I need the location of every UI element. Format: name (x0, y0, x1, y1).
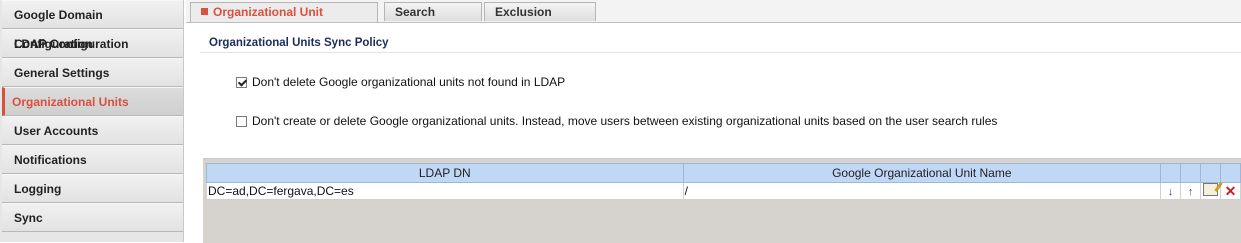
sidebar-item-notifications[interactable]: Notifications (2, 145, 183, 174)
tab-content: Organizational Units Sync Policy Don't d… (186, 23, 1241, 243)
checkbox-move-users-only[interactable] (236, 116, 247, 127)
ou-mapping-table-area: LDAP DN Google Organizational Unit Name … (203, 158, 1241, 243)
cell-google-ou-name[interactable]: / (682, 182, 1162, 200)
tab-bar: Organizational Unit Attributes Search Ru… (186, 0, 1241, 38)
edit-cell[interactable] (1199, 182, 1221, 200)
delete-icon[interactable]: ✕ (1225, 184, 1237, 198)
delete-cell[interactable]: ✕ (1219, 182, 1241, 200)
sidebar-item-google-domain-configuration[interactable]: Google Domain Configuration (2, 0, 183, 51)
section-title: Organizational Units Sync Policy (209, 37, 389, 49)
sidebar-item-general-settings[interactable]: General Settings (2, 58, 183, 87)
checkbox-label: Don't create or delete Google organizati… (252, 114, 998, 128)
table-header-row: LDAP DN Google Organizational Unit Name (206, 163, 1241, 183)
tab-exclusion-rules[interactable]: Exclusion Rules (484, 2, 596, 38)
move-down-cell[interactable]: ↓ (1160, 182, 1181, 200)
table-row[interactable]: DC=ad,DC=fergava,DC=es / ↓ ↑ ✕ (206, 182, 1241, 200)
sync-policy-group: Organizational Units Sync Policy Don't d… (200, 33, 1241, 153)
column-header-action (1219, 163, 1241, 183)
cell-ldap-dn[interactable]: DC=ad,DC=fergava,DC=es (206, 182, 684, 200)
arrow-up-icon[interactable]: ↑ (1188, 186, 1194, 198)
checkbox-label: Don't delete Google organizational units… (252, 75, 566, 89)
sidebar: Google Domain Configuration LDAP Configu… (0, 0, 184, 242)
move-up-cell[interactable]: ↑ (1180, 182, 1201, 200)
arrow-down-icon[interactable]: ↓ (1168, 186, 1174, 198)
sidebar-item-user-accounts[interactable]: User Accounts (2, 116, 183, 145)
sidebar-item-ldap-configuration[interactable]: LDAP Configuration (2, 29, 183, 58)
column-header-google-ou-name[interactable]: Google Organizational Unit Name (682, 163, 1162, 183)
tab-organizational-unit-attributes[interactable]: Organizational Unit Attributes (190, 2, 378, 38)
option-dont-delete-ous[interactable]: Don't delete Google organizational units… (236, 75, 565, 89)
tab-search-rules[interactable]: Search Rules (384, 2, 482, 38)
sidebar-item-organizational-units[interactable]: Organizational Units (2, 87, 183, 116)
divider (200, 52, 1241, 53)
column-header-action (1180, 163, 1201, 183)
option-move-users-only[interactable]: Don't create or delete Google organizati… (236, 114, 997, 128)
checkbox-dont-delete-ous[interactable] (236, 77, 247, 88)
column-header-ldap-dn[interactable]: LDAP DN (206, 163, 684, 183)
column-header-action (1199, 163, 1221, 183)
active-tab-marker (201, 8, 208, 15)
edit-icon[interactable] (1202, 183, 1218, 196)
sidebar-item-logging[interactable]: Logging (2, 174, 183, 203)
column-header-action (1160, 163, 1181, 183)
sidebar-item-sync[interactable]: Sync (2, 203, 183, 232)
main-panel: Organizational Unit Attributes Search Ru… (186, 0, 1241, 243)
ou-mapping-table: LDAP DN Google Organizational Unit Name … (206, 163, 1241, 200)
